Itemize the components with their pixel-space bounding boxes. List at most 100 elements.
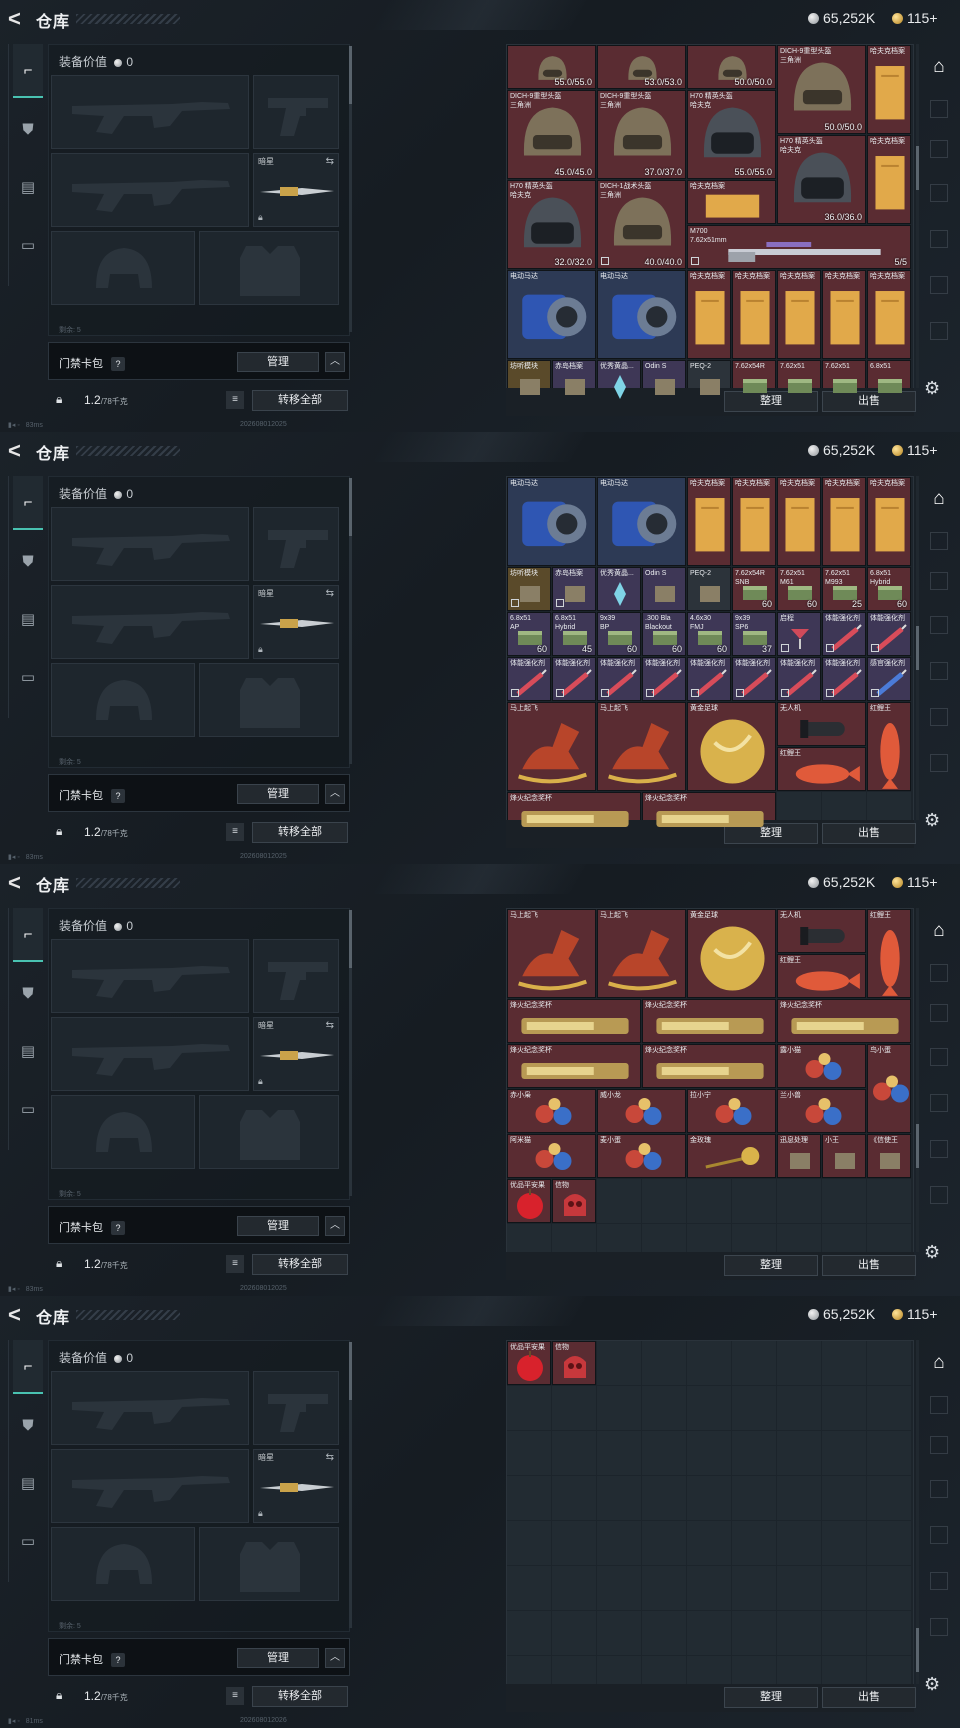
stash-item[interactable]: 4.6x30 FMJ 60 (687, 612, 731, 656)
container-icon[interactable] (930, 754, 948, 772)
stash-item[interactable]: 坊听模块 (507, 567, 551, 611)
armor-slot[interactable] (199, 1095, 339, 1169)
briefcase-icon[interactable]: ▭ (13, 1082, 43, 1136)
stash-item[interactable]: 马上起飞 (507, 909, 596, 998)
stash-item[interactable]: 烽火纪念奖杯 (507, 792, 641, 836)
armor-slot[interactable] (199, 231, 339, 305)
list-icon[interactable]: ≡ (226, 1687, 244, 1705)
stash-item[interactable]: 赤岛档案 (552, 567, 596, 611)
stash-item[interactable]: 迅息处理 (777, 1134, 821, 1178)
stash-item[interactable]: 哈夫克档案 (732, 270, 776, 359)
stash-item[interactable]: DICH-9重型头盔 三角洲 45.0/45.0 (507, 90, 596, 179)
stash-item[interactable]: 启程 (777, 612, 821, 656)
stash-scroll-thumb[interactable] (916, 146, 919, 190)
container-icon[interactable] (930, 140, 948, 158)
stash-item[interactable]: H70 精英头盔 哈夫克 36.0/36.0 (777, 135, 866, 224)
container-icon[interactable] (930, 1048, 948, 1066)
pistol-slot[interactable] (253, 939, 339, 1013)
stash-item[interactable]: 7.62x51 (777, 360, 821, 404)
move-all-button[interactable]: 转移全部 (252, 822, 348, 843)
stash-item[interactable]: 6.8x51 Hybrid 45 (552, 612, 596, 656)
stash-item[interactable]: 哈夫克档案 (867, 45, 911, 134)
container-icon[interactable] (930, 1480, 948, 1498)
stash-item[interactable]: 哈夫克档案 (687, 180, 776, 224)
secondary-weapon-slot[interactable] (51, 153, 249, 227)
stash-item[interactable]: 哈夫克档案 (822, 477, 866, 566)
pistol-slot[interactable] (253, 1371, 339, 1445)
manage-button[interactable]: 管理 (237, 352, 319, 372)
stash-item[interactable]: 无人机 (777, 702, 866, 746)
stash-item[interactable]: DICH-9重型头盔 三角洲 50.0/50.0 (777, 45, 866, 134)
stash-item[interactable]: PEQ-2 (687, 360, 731, 404)
stash-item[interactable]: 哈夫克档案 (867, 135, 911, 224)
container-icon[interactable] (930, 1618, 948, 1636)
helmet-slot[interactable] (51, 663, 195, 737)
stash-item[interactable]: 6.8x51 AP 60 (507, 612, 551, 656)
secondary-weapon-slot[interactable] (51, 585, 249, 659)
stash-item[interactable]: 无人机 (777, 909, 866, 953)
stash-item[interactable]: 赤小枭 (507, 1089, 596, 1133)
stash-item[interactable]: 哈夫克档案 (687, 477, 731, 566)
stash-item[interactable]: PEQ-2 (687, 567, 731, 611)
container-icon[interactable] (930, 1436, 948, 1454)
back-arrow-icon[interactable]: < (8, 1303, 32, 1327)
container-icon[interactable] (930, 322, 948, 340)
sell-button[interactable]: 出售 (822, 1255, 916, 1276)
silver-currency[interactable]: 65,252K (808, 1306, 875, 1322)
stash-item[interactable]: 威小龙 (597, 1089, 686, 1133)
clipboard-icon[interactable]: ▤ (13, 160, 43, 214)
stash-item[interactable]: 50.0/50.0 (687, 45, 776, 89)
stash-item[interactable]: 烽火纪念奖杯 (507, 999, 641, 1043)
stash-scrollbar[interactable] (916, 1340, 919, 1684)
list-icon[interactable]: ≡ (226, 823, 244, 841)
stash-item[interactable]: 体能强化剂 (867, 612, 911, 656)
helmet-slot[interactable] (51, 231, 195, 305)
gun-icon[interactable]: ⌐ (13, 44, 43, 98)
melee-slot[interactable]: 暗星 ⇆ 🔒︎ (253, 153, 339, 227)
stash-item[interactable]: 优秀黄晶... (597, 360, 641, 404)
stash-scroll-thumb[interactable] (916, 1124, 919, 1168)
container-icon[interactable] (930, 1186, 948, 1204)
equipment-scrollbar[interactable] (349, 478, 352, 764)
stash-item[interactable]: 黄金足球 (687, 702, 776, 791)
equipment-scrollbar[interactable] (349, 46, 352, 332)
stash-item[interactable]: 7.62x51 M993 25 (822, 567, 866, 611)
stash-item[interactable]: 电动马达 (597, 477, 686, 566)
stash-item[interactable]: 体能强化剂 (822, 657, 866, 701)
stash-item[interactable]: 烽火纪念奖杯 (642, 999, 776, 1043)
gold-currency[interactable]: 115+ (892, 10, 938, 26)
primary-weapon-slot[interactable] (51, 507, 249, 581)
stash-item[interactable]: 红鲤王 (777, 954, 866, 998)
stash-item[interactable]: 哈夫克档案 (687, 270, 731, 359)
stash-item[interactable]: 马上起飞 (597, 702, 686, 791)
stash-item[interactable]: 兰小兽 (777, 1089, 866, 1133)
stash-item[interactable]: 信物 (552, 1341, 596, 1385)
stash-item[interactable]: 体能强化剂 (552, 657, 596, 701)
stash-item[interactable]: 哈夫克档案 (777, 270, 821, 359)
armor-icon[interactable]: ⛊ (13, 102, 43, 156)
container-icon[interactable] (930, 964, 948, 982)
stash-item[interactable]: 9x39 BP 60 (597, 612, 641, 656)
stash-item[interactable]: 9x39 SP6 37 (732, 612, 776, 656)
stash-item[interactable]: 烽火纪念奖杯 (642, 792, 776, 836)
silver-currency[interactable]: 65,252K (808, 874, 875, 890)
container-icon[interactable] (930, 616, 948, 634)
clipboard-icon[interactable]: ▤ (13, 1024, 43, 1078)
move-all-button[interactable]: 转移全部 (252, 390, 348, 411)
stash-item[interactable]: 电动马达 (507, 270, 596, 359)
manage-button[interactable]: 管理 (237, 1216, 319, 1236)
stash-item[interactable]: 露小猫 (777, 1044, 866, 1088)
stash-item[interactable]: 红鲤王 (867, 909, 911, 998)
gun-icon[interactable]: ⌐ (13, 908, 43, 962)
stash-item[interactable]: M700 7.62x51mm 5/5 (687, 225, 911, 269)
container-icon[interactable] (930, 1140, 948, 1158)
stash-item[interactable]: 哈夫克档案 (777, 477, 821, 566)
manage-button[interactable]: 管理 (237, 1648, 319, 1668)
armor-slot[interactable] (199, 1527, 339, 1601)
stash-scrollbar[interactable] (916, 476, 919, 820)
gun-icon[interactable]: ⌐ (13, 476, 43, 530)
stash-item[interactable]: 优品平安果 (507, 1341, 551, 1385)
stash-item[interactable]: 体能强化剂 (822, 612, 866, 656)
stash-item[interactable]: 体能强化剂 (777, 657, 821, 701)
container-icon[interactable] (930, 1004, 948, 1022)
